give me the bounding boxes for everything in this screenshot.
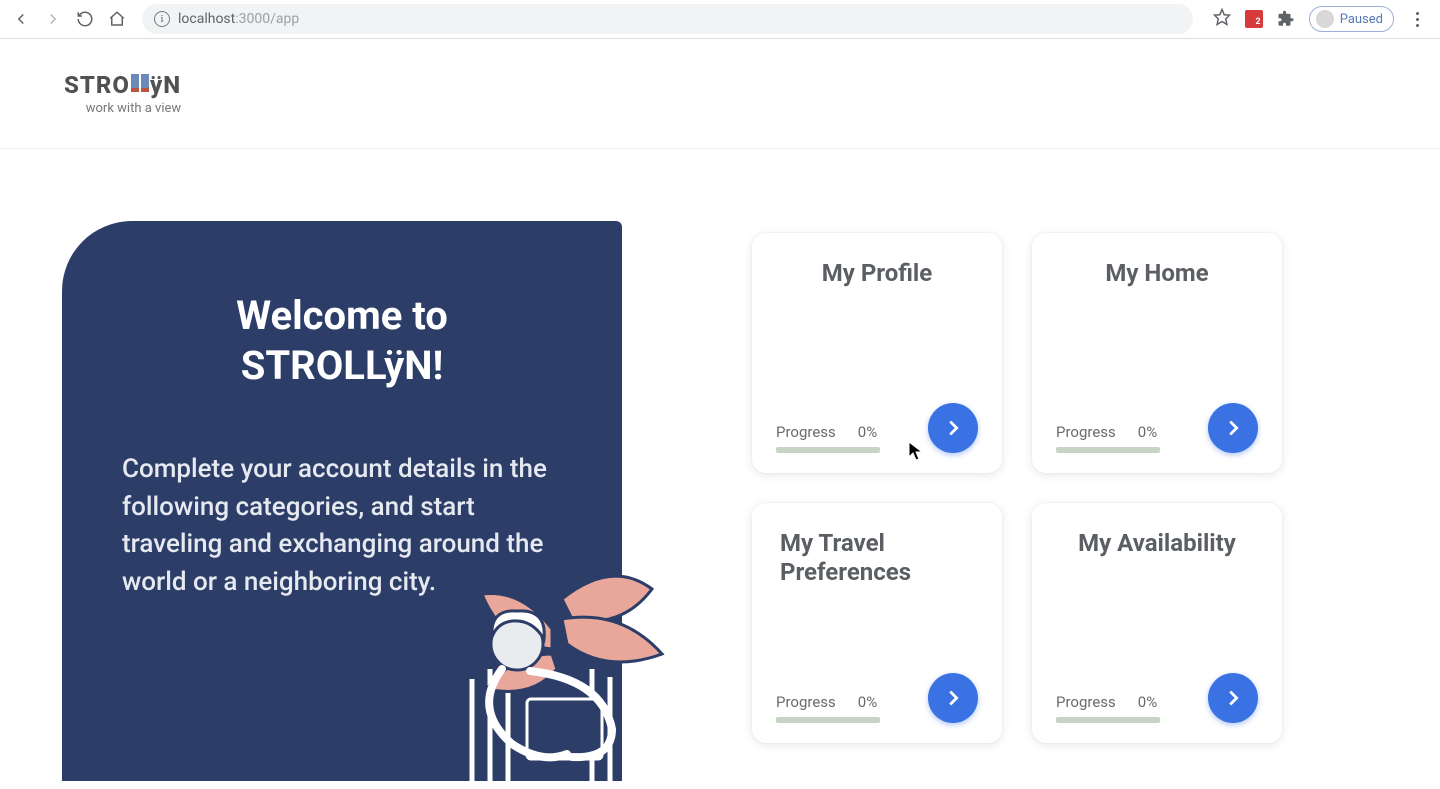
welcome-title-line1: Welcome to bbox=[236, 292, 448, 339]
progress-value: 0% bbox=[858, 423, 877, 441]
progress-value: 0% bbox=[1138, 423, 1157, 441]
chevron-right-icon bbox=[942, 687, 964, 709]
app-header: STRO ÿN work with a view bbox=[0, 39, 1440, 149]
card-my-availability: My Availability Progress 0% bbox=[1032, 503, 1282, 743]
progress-block: Progress 0% bbox=[1056, 693, 1160, 723]
chevron-right-icon bbox=[942, 417, 964, 439]
go-button[interactable] bbox=[1208, 673, 1258, 723]
card-my-home: My Home Progress 0% bbox=[1032, 233, 1282, 473]
url-host: localhost bbox=[178, 11, 235, 27]
address-bar[interactable]: i localhost:3000/app bbox=[142, 4, 1193, 34]
logo-post: ÿN bbox=[150, 71, 181, 99]
bookmark-icon[interactable] bbox=[1213, 8, 1231, 30]
progress-label: Progress bbox=[1056, 693, 1116, 711]
progress-block: Progress 0% bbox=[776, 693, 880, 723]
progress-label: Progress bbox=[1056, 423, 1116, 441]
extension-badge-count: 2 bbox=[1256, 17, 1261, 27]
logo-pre: STRO bbox=[64, 71, 130, 99]
reload-button[interactable] bbox=[76, 10, 94, 28]
extensions-icon[interactable] bbox=[1277, 10, 1295, 28]
logo[interactable]: STRO ÿN work with a view bbox=[64, 71, 181, 116]
dashboard-cards: My Profile Progress 0% My Home bbox=[752, 233, 1282, 781]
progress-value: 0% bbox=[858, 693, 877, 711]
progress-block: Progress 0% bbox=[776, 423, 880, 453]
welcome-title-line2: STROLLÿN! bbox=[241, 342, 444, 389]
home-button[interactable] bbox=[108, 10, 126, 28]
extension-badge[interactable]: 2 bbox=[1245, 10, 1263, 28]
forward-button[interactable] bbox=[44, 10, 62, 28]
chevron-right-icon bbox=[1222, 687, 1244, 709]
browser-right-controls: 2 Paused bbox=[1213, 6, 1426, 32]
go-button[interactable] bbox=[928, 673, 978, 723]
progress-bar bbox=[776, 447, 880, 453]
profile-paused-pill[interactable]: Paused bbox=[1309, 6, 1394, 32]
browser-nav-controls bbox=[12, 10, 126, 28]
profile-avatar-icon bbox=[1316, 10, 1334, 28]
chevron-right-icon bbox=[1222, 417, 1244, 439]
progress-label: Progress bbox=[776, 423, 836, 441]
profile-paused-label: Paused bbox=[1340, 12, 1383, 27]
main-content: Welcome to STROLLÿN! Complete your accou… bbox=[0, 149, 1440, 781]
card-my-profile: My Profile Progress 0% bbox=[752, 233, 1002, 473]
card-title: My Home bbox=[1056, 259, 1258, 288]
logo-tagline: work with a view bbox=[86, 101, 181, 116]
card-title: My Profile bbox=[776, 259, 978, 288]
progress-block: Progress 0% bbox=[1056, 423, 1160, 453]
logo-ll-icon bbox=[131, 74, 149, 92]
card-my-travel-preferences: My Travel Preferences Progress 0% bbox=[752, 503, 1002, 743]
browser-menu-icon[interactable] bbox=[1408, 12, 1426, 27]
logo-wordmark: STRO ÿN bbox=[64, 71, 181, 99]
back-button[interactable] bbox=[12, 10, 30, 28]
progress-bar bbox=[1056, 717, 1160, 723]
welcome-illustration bbox=[412, 559, 672, 789]
progress-bar bbox=[776, 717, 880, 723]
site-info-icon[interactable]: i bbox=[154, 11, 170, 27]
progress-bar bbox=[1056, 447, 1160, 453]
go-button[interactable] bbox=[928, 403, 978, 453]
card-title: My Availability bbox=[1056, 529, 1258, 558]
url-path: :3000/app bbox=[235, 11, 299, 27]
welcome-title: Welcome to STROLLÿN! bbox=[122, 291, 562, 391]
go-button[interactable] bbox=[1208, 403, 1258, 453]
progress-value: 0% bbox=[1138, 693, 1157, 711]
card-title: My Travel Preferences bbox=[776, 529, 978, 587]
welcome-panel: Welcome to STROLLÿN! Complete your accou… bbox=[62, 221, 622, 781]
browser-toolbar: i localhost:3000/app 2 Paused bbox=[0, 0, 1440, 39]
progress-label: Progress bbox=[776, 693, 836, 711]
